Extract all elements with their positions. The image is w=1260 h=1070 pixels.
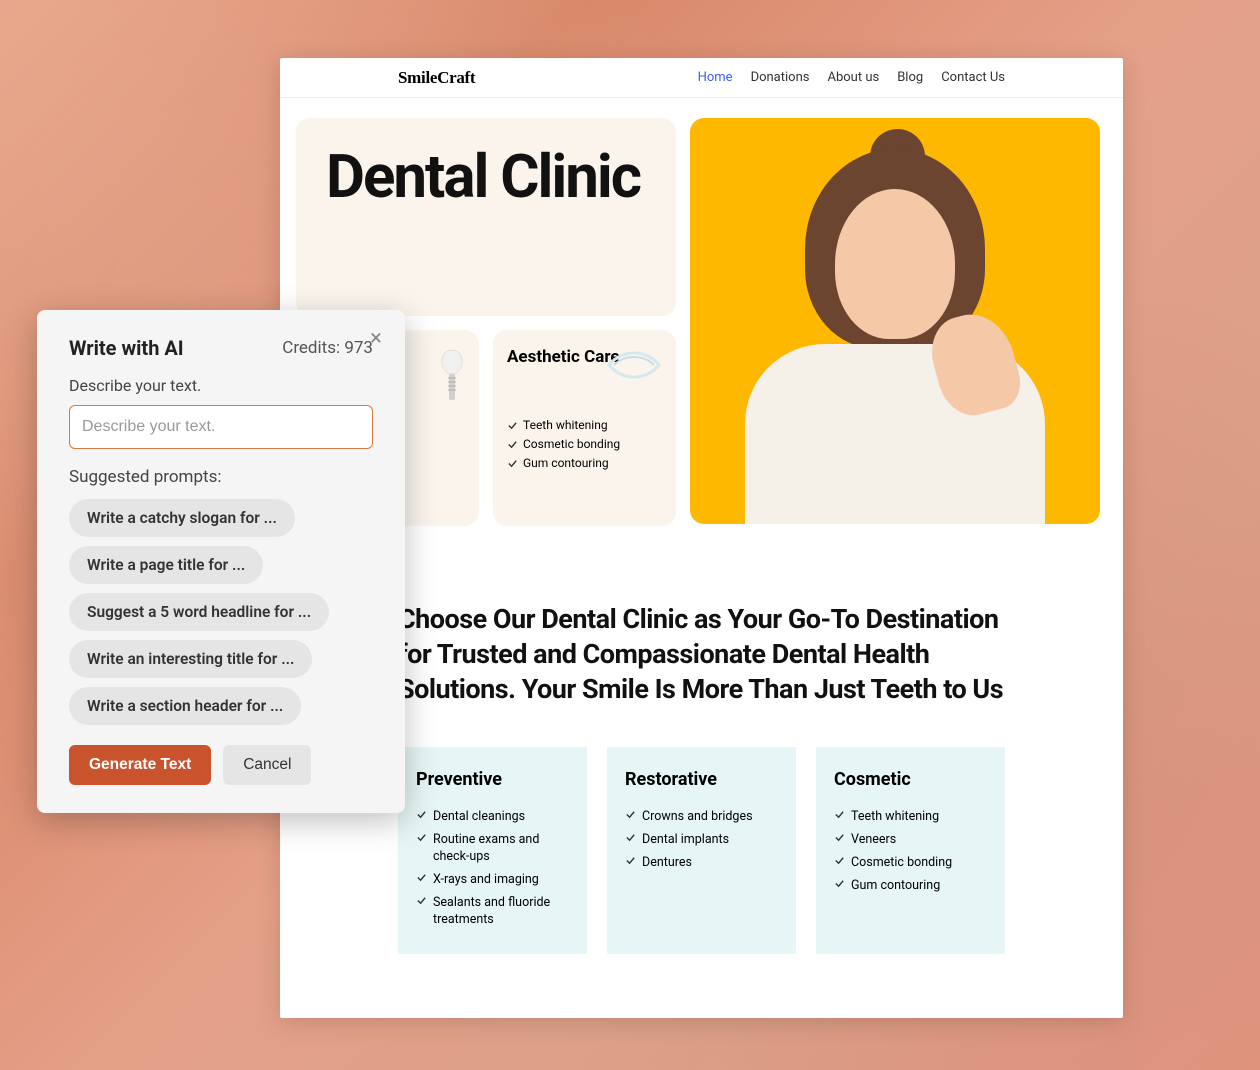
ai-chip-headline[interactable]: Suggest a 5 word headline for ... (69, 593, 329, 631)
list-item: Dentures (625, 852, 778, 875)
hero-image (690, 118, 1100, 524)
list-item-label: X-rays and imaging (433, 872, 539, 889)
grid-card-cosmetic: Cosmetic Teeth whitening Veneers Cosmeti… (816, 747, 1005, 953)
ai-credits-label: Credits: 973 (282, 338, 373, 358)
list-item: Cosmetic bonding (507, 435, 662, 454)
list-item-label: Cosmetic bonding (851, 855, 952, 872)
list-item-label: Sealants and fluoride treatments (433, 895, 569, 929)
hero-text-box: Dental Clinic (296, 118, 676, 316)
nav-donations[interactable]: Donations (751, 70, 810, 85)
list-item-label: Dental implants (642, 832, 729, 849)
ai-dialog: × Write with AI Credits: 973 Describe yo… (37, 310, 405, 813)
site-header: SmileCraft Home Donations About us Blog … (280, 58, 1123, 98)
list-item-label: Teeth whitening (523, 418, 608, 432)
ai-chip-slogan[interactable]: Write a catchy slogan for ... (69, 499, 295, 537)
list-item: Dental cleanings (416, 806, 569, 829)
close-icon[interactable]: × (365, 328, 387, 350)
check-icon (834, 855, 845, 866)
service-card-aesthetic: Aesthetic Care Teeth whitening Cosmetic … (493, 330, 676, 526)
site-nav: Home Donations About us Blog Contact Us (698, 70, 1005, 85)
nav-home[interactable]: Home (698, 70, 733, 85)
list-item-label: Dental cleanings (433, 809, 525, 826)
ai-dialog-title: Write with AI (69, 336, 184, 360)
ai-describe-label: Describe your text. (69, 376, 373, 395)
ai-chip-interesting-title[interactable]: Write an interesting title for ... (69, 640, 312, 678)
list-item: Sealants and fluoride treatments (416, 892, 569, 932)
check-icon (834, 878, 845, 889)
grid-checklist: Teeth whitening Veneers Cosmetic bonding… (834, 806, 987, 898)
grid-card-restorative: Restorative Crowns and bridges Dental im… (607, 747, 796, 953)
list-item-label: Routine exams and check-ups (433, 832, 569, 866)
person-illustration (715, 144, 1075, 524)
list-item: Routine exams and check-ups (416, 829, 569, 869)
nav-blog[interactable]: Blog (897, 70, 923, 85)
aligner-icon (604, 345, 664, 405)
website-preview-canvas: SmileCraft Home Donations About us Blog … (280, 58, 1123, 1018)
list-item: Gum contouring (507, 454, 662, 473)
aesthetic-checklist: Teeth whitening Cosmetic bonding Gum con… (507, 416, 662, 473)
list-item: Teeth whitening (507, 416, 662, 435)
check-icon (416, 895, 427, 906)
check-icon (625, 832, 636, 843)
list-item: Gum contouring (834, 875, 987, 898)
cancel-button[interactable]: Cancel (223, 745, 311, 785)
ai-text-input[interactable] (69, 405, 373, 449)
ai-chip-section-header[interactable]: Write a section header for ... (69, 687, 301, 725)
ai-chip-page-title[interactable]: Write a page title for ... (69, 546, 263, 584)
check-icon (507, 439, 518, 450)
ai-dialog-header: Write with AI Credits: 973 (69, 336, 373, 360)
check-icon (834, 809, 845, 820)
site-logo: SmileCraft (398, 68, 475, 88)
list-item: Veneers (834, 829, 987, 852)
list-item-label: Gum contouring (523, 456, 609, 470)
section-heading: Choose Our Dental Clinic as Your Go-To D… (280, 526, 1123, 747)
check-icon (416, 809, 427, 820)
nav-contact[interactable]: Contact Us (941, 70, 1005, 85)
grid-checklist: Crowns and bridges Dental implants Dentu… (625, 806, 778, 875)
grid-checklist: Dental cleanings Routine exams and check… (416, 806, 569, 931)
list-item: Dental implants (625, 829, 778, 852)
check-icon (834, 832, 845, 843)
ai-suggestions-label: Suggested prompts: (69, 467, 373, 487)
check-icon (416, 832, 427, 843)
check-icon (625, 809, 636, 820)
ai-actions: Generate Text Cancel (69, 745, 373, 785)
grid-card-title: Restorative (625, 769, 778, 790)
nav-about[interactable]: About us (827, 70, 879, 85)
list-item: Crowns and bridges (625, 806, 778, 829)
hero-row: Dental Clinic Aesthetic Care Teeth white… (280, 98, 1123, 526)
list-item: X-rays and imaging (416, 869, 569, 892)
list-item-label: Teeth whitening (851, 809, 939, 826)
check-icon (416, 872, 427, 883)
check-icon (507, 458, 518, 469)
list-item-label: Dentures (642, 855, 692, 872)
list-item-label: Cosmetic bonding (523, 437, 620, 451)
service-grid: Preventive Dental cleanings Routine exam… (280, 747, 1123, 953)
hero-title: Dental Clinic (326, 146, 646, 207)
check-icon (625, 855, 636, 866)
list-item-label: Crowns and bridges (642, 809, 753, 826)
list-item: Teeth whitening (834, 806, 987, 829)
ai-chips-container: Write a catchy slogan for ... Write a pa… (69, 499, 373, 725)
check-icon (507, 420, 518, 431)
grid-card-title: Preventive (416, 769, 569, 790)
list-item-label: Veneers (851, 832, 896, 849)
grid-card-preventive: Preventive Dental cleanings Routine exam… (398, 747, 587, 953)
list-item: Cosmetic bonding (834, 852, 987, 875)
implant-icon (437, 348, 467, 408)
list-item-label: Gum contouring (851, 878, 940, 895)
grid-card-title: Cosmetic (834, 769, 987, 790)
generate-button[interactable]: Generate Text (69, 745, 211, 785)
